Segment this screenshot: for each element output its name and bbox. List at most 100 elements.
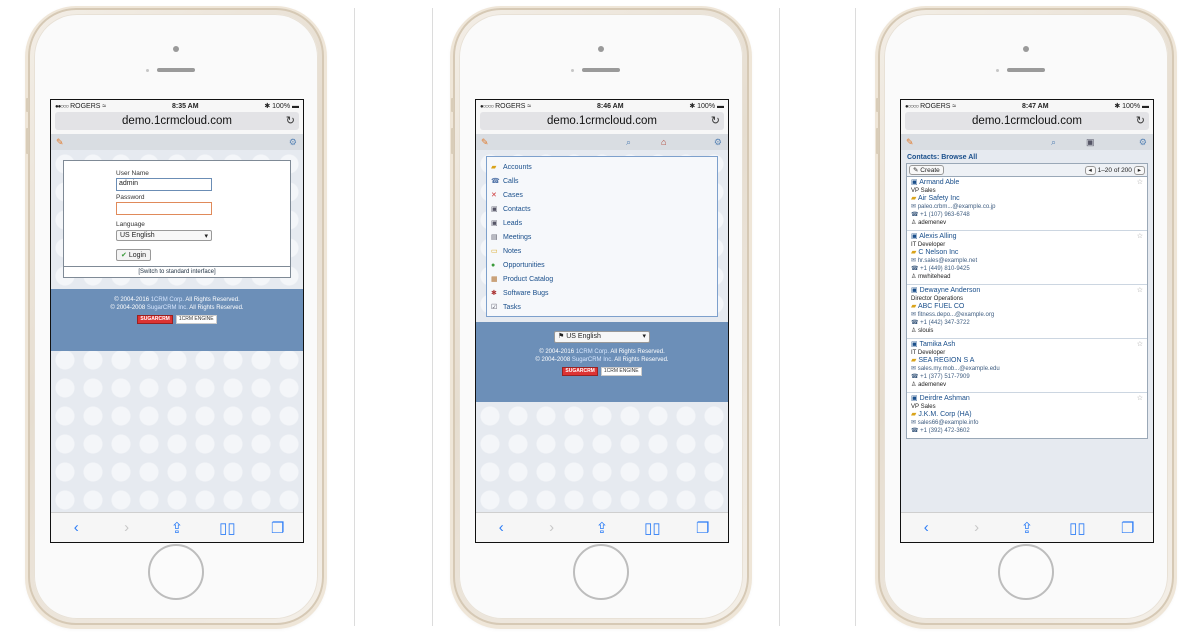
back-icon[interactable]: ‹: [916, 519, 936, 536]
list-item[interactable]: ☆ ▣ Armand Able VP Sales ▰ Air Safety In…: [907, 177, 1147, 231]
bookmarks-icon[interactable]: ▯▯: [217, 519, 237, 537]
app-logo-icon[interactable]: ✎: [906, 137, 914, 148]
earpiece: [1007, 68, 1045, 72]
contact-name[interactable]: Deirdre Ashman: [920, 395, 970, 402]
home-button[interactable]: [998, 544, 1054, 600]
contact-email[interactable]: paleo.crbm...@example.co.jp: [918, 204, 996, 210]
app-logo-icon[interactable]: ✎: [56, 137, 64, 148]
engine-badge[interactable]: 1CRM ENGINE: [175, 315, 217, 324]
menu-item-leads[interactable]: ▣ Leads: [491, 216, 713, 230]
star-icon[interactable]: ☆: [1137, 233, 1143, 241]
menu-item-software-bugs[interactable]: ✱ Software Bugs: [491, 286, 713, 300]
engine-badge[interactable]: 1CRM ENGINE: [600, 367, 642, 376]
settings-icon[interactable]: ⚙: [1139, 137, 1147, 148]
reload-icon[interactable]: ↻: [286, 114, 295, 127]
forward-icon[interactable]: ›: [117, 519, 137, 536]
sugarcrm-badge[interactable]: SUGARCRM: [562, 367, 598, 376]
bookmarks-icon[interactable]: ▯▯: [1067, 519, 1087, 537]
contact-phone[interactable]: +1 (107) 963-6748: [920, 212, 970, 218]
contact-phone[interactable]: +1 (449) 810-9425: [920, 266, 970, 272]
list-item[interactable]: ☆ ▣ Alexis Alling IT Developer ▰ C Nelso…: [907, 231, 1147, 285]
star-icon[interactable]: ☆: [1137, 341, 1143, 349]
contact-account[interactable]: C Nelson Inc: [918, 249, 958, 256]
tabs-icon[interactable]: ❐: [268, 519, 288, 537]
create-button[interactable]: ✎ Create: [909, 165, 944, 175]
contact-email[interactable]: hr.sales@example.net: [918, 258, 977, 264]
address-bar[interactable]: demo.1crmcloud.com ↻: [905, 112, 1149, 130]
address-bar[interactable]: demo.1crmcloud.com ↻: [55, 112, 299, 130]
list-item[interactable]: ☆ ▣ Deirdre Ashman VP Sales ▰ J.K.M. Cor…: [907, 393, 1147, 438]
tabs-icon[interactable]: ❐: [1118, 519, 1138, 537]
reload-icon[interactable]: ↻: [711, 114, 720, 127]
home-icon[interactable]: ⌂: [661, 137, 666, 147]
contact-name[interactable]: Tamika Ash: [919, 341, 955, 348]
search-icon[interactable]: ⌕: [1051, 137, 1056, 148]
contact-name[interactable]: Armand Able: [919, 179, 959, 186]
tasks-icon: ☑: [491, 304, 498, 311]
username-field[interactable]: admin: [116, 178, 212, 191]
list-item[interactable]: ☆ ▣ Dewayne Anderson Director Operations…: [907, 285, 1147, 339]
contact-account[interactable]: Air Safety Inc: [918, 195, 960, 202]
language-select[interactable]: US English ▾: [116, 230, 212, 241]
menu-item-product-catalog[interactable]: ▦ Product Catalog: [491, 272, 713, 286]
star-icon[interactable]: ☆: [1137, 179, 1143, 187]
contact-account[interactable]: ABC FUEL CO: [918, 303, 964, 310]
copyright-link[interactable]: 1CRM Corp.: [576, 349, 609, 355]
bookmarks-icon[interactable]: ▯▯: [642, 519, 662, 537]
bug-icon: ✱: [491, 290, 497, 297]
next-page-button[interactable]: ▸: [1133, 166, 1145, 175]
menu-item-notes[interactable]: ▭ Notes: [491, 244, 713, 258]
prev-page-button[interactable]: ◂: [1084, 166, 1096, 175]
menu-item-meetings[interactable]: ▤ Meetings: [491, 230, 713, 244]
folder-icon: ▰: [911, 357, 917, 364]
settings-icon[interactable]: ⚙: [289, 137, 297, 148]
language-select[interactable]: ⚑ US English ▾: [554, 331, 650, 343]
contact-phone[interactable]: +1 (442) 347-3722: [920, 320, 970, 326]
contact-phone[interactable]: +1 (377) 517-7909: [920, 374, 970, 380]
contact-name[interactable]: Alexis Alling: [919, 233, 956, 240]
menu-item-cases[interactable]: ✕ Cases: [491, 188, 713, 202]
wifi-icon: ≈: [527, 102, 532, 110]
copyright-link[interactable]: SugarCRM Inc.: [147, 305, 188, 311]
settings-icon[interactable]: ⚙: [714, 137, 722, 148]
reload-icon[interactable]: ↻: [1136, 114, 1145, 127]
star-icon[interactable]: ☆: [1137, 395, 1143, 403]
share-icon[interactable]: ⇪: [167, 519, 187, 537]
search-icon[interactable]: ⌕: [626, 137, 631, 148]
folder-icon: ▰: [911, 195, 917, 202]
home-button[interactable]: [573, 544, 629, 600]
contact-name[interactable]: Dewayne Anderson: [920, 287, 981, 294]
contact-account[interactable]: SEA REGION S A: [918, 357, 974, 364]
switch-interface-link[interactable]: [Switch to standard interface]: [64, 266, 290, 275]
forward-icon[interactable]: ›: [967, 519, 987, 536]
contact-phone[interactable]: +1 (392) 472-3602: [920, 428, 970, 434]
menu-item-opportunities[interactable]: ● Opportunities: [491, 258, 713, 272]
star-icon[interactable]: ☆: [1137, 287, 1143, 295]
password-field[interactable]: [116, 202, 212, 215]
home-button[interactable]: [148, 544, 204, 600]
pager-text: 1–20 of 200: [1097, 167, 1132, 174]
contacts-module-icon[interactable]: ▣: [1086, 137, 1095, 148]
back-icon[interactable]: ‹: [491, 519, 511, 536]
menu-item-accounts[interactable]: ▰ Accounts: [491, 160, 713, 174]
tabs-icon[interactable]: ❐: [693, 519, 713, 537]
contact-email[interactable]: fitness.depo...@example.org: [918, 312, 994, 318]
list-item[interactable]: ☆ ▣ Tamika Ash IT Developer ▰ SEA REGION…: [907, 339, 1147, 393]
back-icon[interactable]: ‹: [66, 519, 86, 536]
copyright-link[interactable]: 1CRM Corp.: [151, 297, 184, 303]
app-logo-icon[interactable]: ✎: [481, 137, 489, 148]
contact-account[interactable]: J.K.M. Corp (HA): [918, 411, 971, 418]
login-button[interactable]: ✔ Login: [116, 249, 151, 261]
sugarcrm-badge[interactable]: SUGARCRM: [137, 315, 173, 324]
menu-item-contacts[interactable]: ▣ Contacts: [491, 202, 713, 216]
share-icon[interactable]: ⇪: [1017, 519, 1037, 537]
address-bar[interactable]: demo.1crmcloud.com ↻: [480, 112, 724, 130]
menu-item-tasks[interactable]: ☑ Tasks: [491, 300, 713, 314]
contact-email[interactable]: sales66@example.info: [918, 420, 979, 426]
contact-email[interactable]: sales.my.mob...@example.edu: [918, 366, 1000, 372]
share-icon[interactable]: ⇪: [592, 519, 612, 537]
copyright-link[interactable]: SugarCRM Inc.: [572, 357, 613, 363]
forward-icon[interactable]: ›: [542, 519, 562, 536]
menu-item-calls[interactable]: ☎ Calls: [491, 174, 713, 188]
module-menu: ▰ Accounts ☎ Calls ✕ Cases ▣ Contacts ▣ Leads…: [486, 156, 718, 317]
